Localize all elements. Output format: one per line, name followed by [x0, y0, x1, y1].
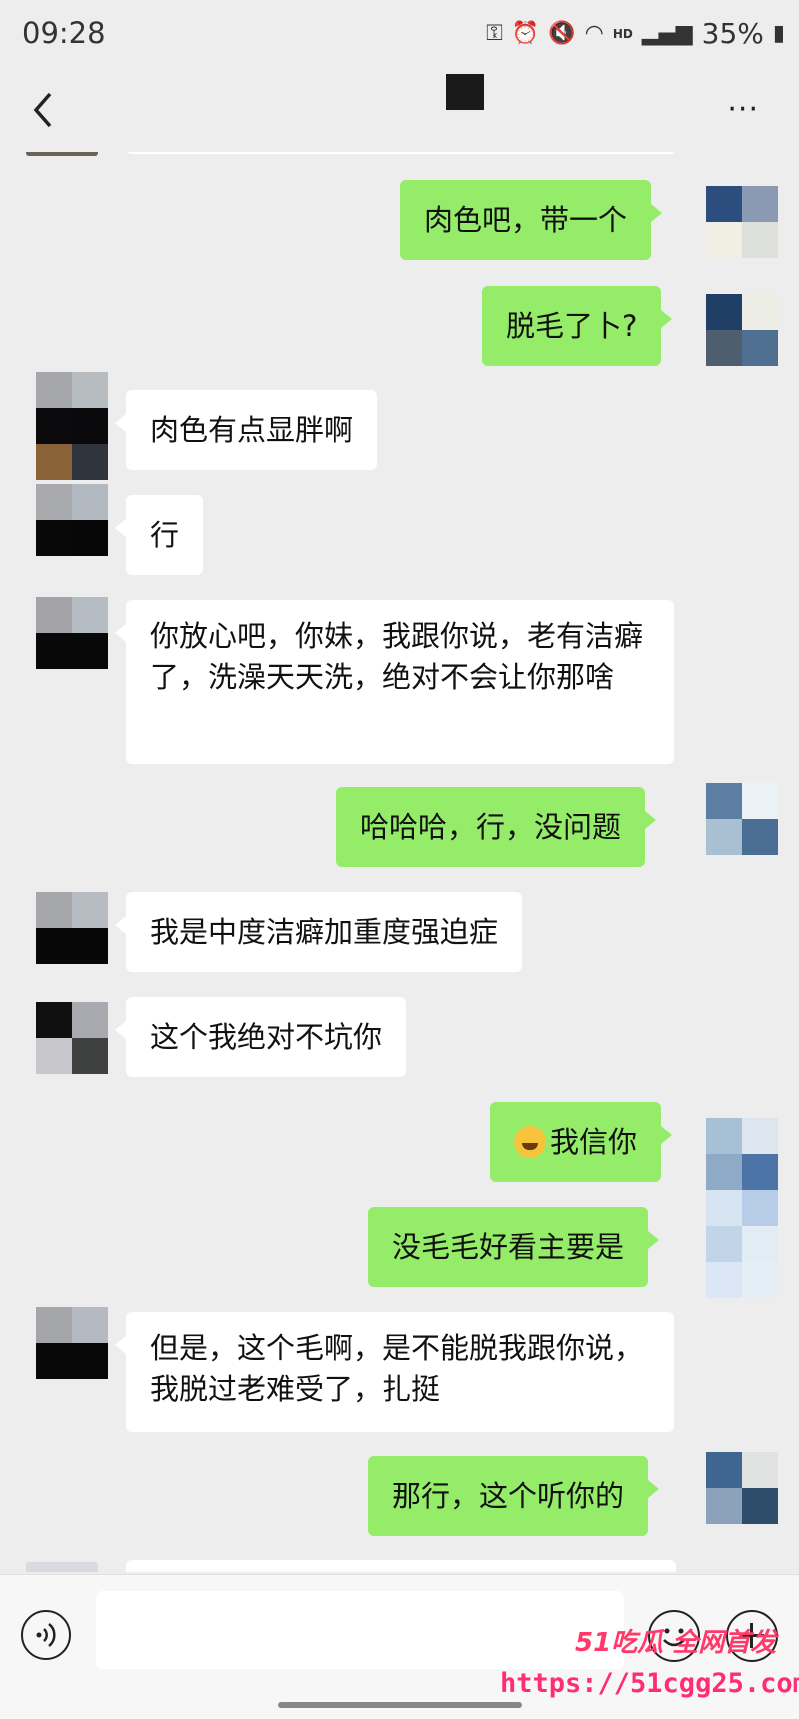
signal-icon: ▂▄▆ — [641, 21, 693, 46]
watermark-url: https://51cgg25.com — [500, 1668, 799, 1699]
message-input[interactable] — [96, 1591, 624, 1669]
avatar — [26, 152, 98, 156]
contact-avatar[interactable] — [36, 372, 108, 480]
watermark-brand: 51吃瓜 全网首发 — [575, 1628, 777, 1658]
message-text: 我是中度洁癖加重度强迫症 — [150, 915, 499, 949]
chevron-left-icon — [33, 92, 52, 128]
message-text: 肉色吧，带一个 — [424, 203, 628, 237]
message-bubble — [126, 1560, 676, 1572]
message-bubble-incoming[interactable]: 肉色有点显胖啊 — [114, 390, 378, 470]
message-text: 哈哈哈，行，没问题 — [360, 810, 622, 844]
message-bubble-incoming[interactable]: 但是，这个毛啊，是不能脱我跟你说，我脱过老难受了，扎挺 — [115, 1312, 674, 1432]
status-time: 09:28 — [22, 16, 106, 50]
message-text: 我信你 — [550, 1125, 638, 1159]
message-text: 肉色有点显胖啊 — [150, 413, 354, 447]
message-text: 这个我绝对不坑你 — [150, 1020, 383, 1054]
my-avatar[interactable] — [706, 783, 778, 855]
chat-title-redacted — [446, 74, 484, 110]
voice-icon — [36, 1623, 56, 1647]
key-icon: ⚿ — [486, 21, 503, 46]
message-bubble-outgoing[interactable]: 肉色吧，带一个 — [400, 180, 663, 260]
more-options-button[interactable]: ··· — [727, 92, 759, 127]
my-avatar[interactable] — [706, 1452, 778, 1524]
message-bubble-incoming[interactable]: 行 — [114, 495, 204, 575]
my-avatar[interactable] — [706, 294, 778, 366]
battery-percent: 35% — [701, 17, 764, 50]
message-bubble-outgoing[interactable]: 哈哈哈，行，没问题 — [336, 787, 657, 867]
message-text: 没毛毛好看主要是 — [392, 1230, 625, 1264]
message-bubble-incoming[interactable]: 这个我绝对不坑你 — [114, 997, 407, 1077]
message-bubble-incoming[interactable]: 我是中度洁癖加重度强迫症 — [114, 892, 523, 972]
avatar — [26, 1562, 98, 1572]
laughing-crying-face-icon — [514, 1126, 546, 1158]
my-avatar[interactable] — [706, 1118, 778, 1298]
battery-icon: ▮ — [772, 21, 785, 46]
message-text: 你放心吧，你妹，我跟你说，老有洁癖了，洗澡天天洗，绝对不会让你那啥 — [150, 619, 644, 694]
alarm-icon: ⏰ — [511, 21, 540, 46]
contact-avatar[interactable] — [36, 892, 108, 964]
contact-avatar[interactable] — [36, 1307, 108, 1379]
message-bubble-incoming[interactable]: 你放心吧，你妹，我跟你说，老有洁癖了，洗澡天天洗，绝对不会让你那啥 — [115, 600, 674, 764]
contact-avatar[interactable] — [36, 484, 108, 556]
message-bubble — [126, 152, 676, 154]
message-text: 那行，这个听你的 — [392, 1479, 625, 1513]
message-bubble-outgoing[interactable]: 我信你 — [490, 1102, 673, 1182]
message-bubble-outgoing[interactable]: 没毛毛好看主要是 — [368, 1207, 660, 1287]
status-icons: ⚿ ⏰ 🔇 ◠ HD ▂▄▆ 35% ▮ — [486, 17, 785, 50]
message-text: 行 — [150, 518, 180, 552]
network-label: HD — [612, 26, 633, 41]
my-avatar[interactable] — [706, 186, 778, 258]
status-bar: 09:28 ⚿ ⏰ 🔇 ◠ HD ▂▄▆ 35% ▮ — [0, 0, 799, 72]
voice-button[interactable] — [21, 1610, 71, 1660]
back-button[interactable] — [26, 80, 66, 140]
chat-header: ··· — [0, 72, 799, 152]
home-indicator[interactable] — [278, 1702, 522, 1708]
message-bubble-outgoing[interactable]: 那行，这个听你的 — [368, 1456, 660, 1536]
message-text: 但是，这个毛啊，是不能脱我跟你说，我脱过老难受了，扎挺 — [150, 1331, 644, 1406]
message-list[interactable]: 肉色吧，带一个 脱毛了卜? 肉色有点显胖啊 行 你放心吧，你妹，我跟你说，老有洁… — [0, 152, 799, 1572]
message-text: 脱毛了卜? — [506, 309, 638, 343]
message-bubble-outgoing[interactable]: 脱毛了卜? — [482, 286, 673, 366]
mute-icon: 🔇 — [548, 21, 576, 46]
wifi-icon: ◠ — [584, 21, 604, 46]
contact-avatar[interactable] — [36, 597, 108, 669]
contact-avatar[interactable] — [36, 1002, 108, 1074]
